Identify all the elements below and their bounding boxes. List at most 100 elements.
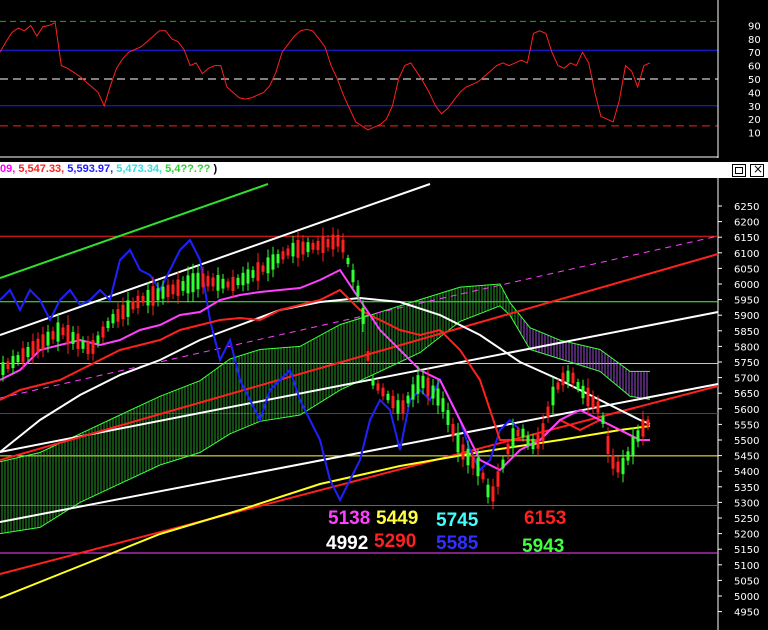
- price-candle-body: [151, 286, 155, 306]
- annotation-label: 5745: [436, 510, 479, 531]
- price-candle-body: [281, 251, 285, 260]
- price-candle-body: [481, 472, 485, 480]
- price-candle-body: [26, 347, 30, 357]
- price-candle-body: [176, 279, 180, 296]
- price-candle-body: [571, 372, 575, 384]
- price-candle-body: [31, 341, 35, 357]
- price-candle-body: [131, 301, 135, 310]
- price-candle-body: [111, 313, 115, 324]
- price-candle-body: [521, 428, 525, 438]
- price-candle-body: [386, 393, 390, 401]
- price-candle-body: [616, 461, 620, 473]
- annotation-label: 5290: [374, 531, 417, 552]
- restore-icon: [735, 167, 743, 174]
- price-tick-label: 5750: [734, 358, 759, 369]
- price-candle-body: [221, 278, 225, 289]
- price-candle-body: [366, 351, 370, 361]
- price-tick-label: 5500: [734, 436, 759, 447]
- price-tick-label: 5100: [734, 561, 759, 572]
- title-value: 5,593.97,: [67, 163, 114, 175]
- restore-button[interactable]: [732, 164, 746, 177]
- price-candle-body: [486, 484, 490, 498]
- price-candle-body: [316, 240, 320, 251]
- price-tick-label: 5200: [734, 530, 759, 541]
- price-tick-label: 6200: [734, 218, 759, 229]
- price-candle-body: [291, 242, 295, 257]
- price-candle-body: [551, 386, 555, 406]
- price-candle-body: [266, 257, 270, 274]
- rsi-tick-label: 50: [748, 75, 761, 86]
- price-candle-body: [621, 457, 625, 475]
- price-candle-body: [36, 338, 40, 352]
- price-tick-label: 5450: [734, 452, 759, 463]
- annotation-label: 4992: [326, 533, 369, 554]
- price-tick-label: 5400: [734, 467, 759, 478]
- price-candle-body: [256, 262, 260, 281]
- price-candle-body: [576, 382, 580, 389]
- rsi-tick-label: 90: [748, 21, 761, 32]
- price-tick-label: 6050: [734, 264, 759, 275]
- price-candle-body: [396, 400, 400, 414]
- price-candle-body: [461, 444, 465, 460]
- rsi-tick-label: 70: [748, 48, 761, 59]
- price-candle-body: [276, 254, 280, 264]
- price-candle-body: [46, 331, 50, 346]
- price-candle-body: [506, 443, 510, 455]
- price-candle-body: [381, 387, 385, 397]
- price-candle-body: [271, 254, 275, 270]
- price-candle-body: [646, 419, 650, 427]
- price-candle-body: [491, 486, 495, 502]
- price-candle-body: [566, 370, 570, 383]
- annotation-label: 5138: [328, 508, 371, 529]
- price-candle-body: [6, 361, 10, 370]
- price-candle-body: [361, 307, 365, 325]
- price-candle-body: [96, 335, 100, 344]
- price-tick-label: 6100: [734, 249, 759, 260]
- price-candle-body: [401, 400, 405, 414]
- price-tick-label: 5000: [734, 592, 759, 603]
- price-tick-label: 5700: [734, 374, 759, 385]
- price-candle-body: [541, 423, 545, 441]
- price-candle-body: [171, 284, 175, 295]
- price-candle-body: [351, 269, 355, 283]
- price-candle-body: [421, 375, 425, 389]
- price-candle-body: [146, 289, 150, 306]
- price-candle-body: [66, 324, 70, 345]
- price-candle-body: [161, 286, 165, 299]
- price-candle-body: [536, 434, 540, 449]
- price-candle-body: [631, 436, 635, 456]
- price-candle-body: [446, 410, 450, 425]
- rsi-tick-label: 10: [748, 129, 761, 140]
- price-candle-body: [86, 341, 90, 355]
- red-signal-line: [0, 288, 650, 441]
- price-candle-body: [561, 372, 565, 386]
- price-candle-body: [501, 459, 505, 469]
- price-candle-body: [141, 295, 145, 303]
- close-button[interactable]: ×: [750, 162, 764, 177]
- price-candle-body: [341, 239, 345, 253]
- price-candle-body: [591, 396, 595, 408]
- price-candle-body: [606, 436, 610, 454]
- price-candle-body: [321, 235, 325, 254]
- price-tick-label: 5550: [734, 420, 759, 431]
- price-tick-label: 6150: [734, 233, 759, 244]
- price-tick-label: 5250: [734, 514, 759, 525]
- price-candle-body: [391, 395, 395, 409]
- price-candle-body: [371, 378, 375, 386]
- title-values: 09, 5,547.33, 5,593.97, 5,473.34, 5,4??.…: [0, 163, 217, 175]
- price-candle-body: [326, 239, 330, 248]
- price-candle-body: [471, 455, 475, 469]
- price-candle-body: [251, 270, 255, 278]
- price-candle-body: [121, 304, 125, 320]
- price-candle-body: [526, 435, 530, 446]
- title-value: ): [213, 163, 218, 175]
- price-candle-body: [626, 451, 630, 461]
- price-candle-body: [416, 375, 420, 394]
- price-candle-body: [241, 272, 245, 286]
- annotation-label: 5449: [376, 508, 419, 529]
- price-candle-body: [546, 406, 550, 418]
- price-candle-body: [191, 273, 195, 293]
- price-candle-body: [346, 257, 350, 265]
- price-tick-label: 5600: [734, 405, 759, 416]
- price-candle-body: [61, 327, 65, 336]
